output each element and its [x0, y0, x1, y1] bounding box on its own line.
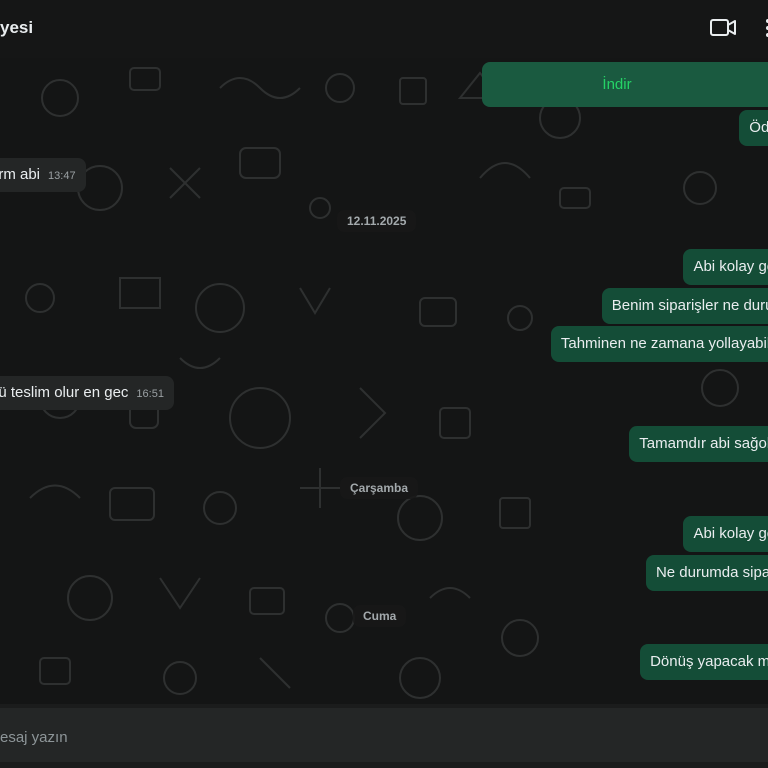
message-time: 13:47: [48, 170, 76, 182]
message-input[interactable]: [0, 708, 768, 762]
message-text: Abi kolay gels: [693, 525, 768, 542]
video-camera-icon: [710, 19, 736, 36]
date-separator: Cuma: [353, 605, 407, 627]
message-text: erm abi: [0, 166, 41, 183]
message-text: Ne durumda sipariş: [655, 564, 768, 581]
outgoing-message[interactable]: Abi kolay gels: [683, 516, 768, 552]
message-text: Tahminen ne zamana yollayabilirs: [560, 335, 768, 352]
message-text: Tamamdır abi sağolas: [639, 435, 768, 452]
date-separator: Çarşamba: [340, 477, 419, 499]
outgoing-message[interactable]: Öded: [739, 110, 768, 146]
download-button[interactable]: İndir: [482, 62, 768, 107]
download-label: İndir: [602, 76, 632, 93]
incoming-message[interactable]: erm abi 13:47: [0, 158, 86, 192]
message-text: Öded: [749, 119, 768, 136]
outgoing-message[interactable]: Tamamdır abi sağolas: [629, 426, 768, 462]
video-call-button[interactable]: [708, 14, 740, 42]
contact-name[interactable]: yesi: [0, 18, 33, 38]
message-text: Dönüş yapacak mısı: [650, 653, 768, 670]
more-vertical-icon: [766, 19, 768, 37]
message-text: Benim siparişler ne durum: [611, 297, 768, 314]
message-text: Abi kolay gels: [693, 258, 768, 275]
message-text: nü teslim olur en gec: [0, 384, 129, 401]
menu-button[interactable]: [756, 14, 768, 42]
outgoing-message[interactable]: Benim siparişler ne durum: [601, 288, 768, 324]
outgoing-message[interactable]: Ne durumda sipariş: [645, 555, 768, 591]
message-time: 16:51: [136, 388, 164, 400]
chat-header: yesi: [0, 0, 768, 58]
chat-app: yesi İndir Öd rm abi 13:47 12.11.2025 Ab…: [0, 0, 768, 768]
outgoing-message[interactable]: Tahminen ne zamana yollayabilirs: [550, 326, 768, 362]
date-separator: 12.11.2025: [337, 210, 417, 232]
outgoing-message[interactable]: Abi kolay gels: [683, 249, 768, 285]
composer-bar: esaj yazın: [0, 704, 768, 768]
outgoing-message[interactable]: Dönüş yapacak mısı: [640, 644, 768, 680]
message-input-placeholder: esaj yazın: [0, 729, 68, 746]
incoming-message[interactable]: nü teslim olur en gec 16:51: [0, 376, 174, 410]
